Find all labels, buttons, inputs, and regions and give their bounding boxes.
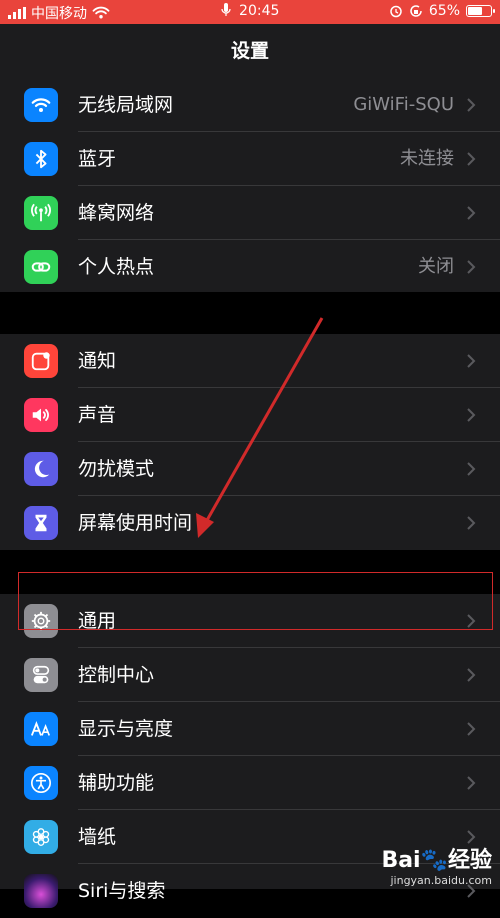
gear-icon <box>24 604 58 638</box>
watermark: Bai🐾经验 jingyan.baidu.com <box>381 842 492 887</box>
chevron-right-icon <box>467 668 476 682</box>
wallpaper-label: 墙纸 <box>78 826 117 848</box>
battery-percent: 65% <box>428 3 460 19</box>
settings-row-hotspot[interactable]: 个人热点 关闭 <box>0 240 500 294</box>
bluetooth-value: 未连接 <box>400 148 454 169</box>
settings-row-notifications[interactable]: 通知 <box>0 334 500 388</box>
microphone-icon <box>220 3 231 16</box>
rotation-lock-icon <box>410 5 422 17</box>
settings-row-wifi[interactable]: 无线局域网 GiWiFi-SQU <box>0 78 500 132</box>
chevron-right-icon <box>467 152 476 166</box>
moon-icon <box>24 452 58 486</box>
siri-search-label: Siri与搜索 <box>78 880 166 902</box>
hotspot-value: 关闭 <box>418 256 454 277</box>
cellular-antenna-icon <box>24 196 58 230</box>
screen-time-label: 屏幕使用时间 <box>78 512 193 534</box>
chevron-right-icon <box>467 408 476 422</box>
status-time: 20:45 <box>239 3 280 19</box>
status-bar-right: 65% <box>389 3 495 19</box>
text-size-icon <box>24 712 58 746</box>
settings-row-bluetooth[interactable]: 蓝牙 未连接 <box>0 132 500 186</box>
chevron-right-icon <box>467 206 476 220</box>
chevron-right-icon <box>467 516 476 530</box>
page-title: 设置 <box>230 40 269 62</box>
bluetooth-label: 蓝牙 <box>78 148 117 170</box>
chevron-right-icon <box>467 354 476 368</box>
chevron-right-icon <box>467 776 476 790</box>
bluetooth-icon <box>24 142 58 176</box>
settings-row-sounds[interactable]: 声音 <box>0 388 500 442</box>
hotspot-label: 个人热点 <box>78 256 155 278</box>
settings-row-accessibility[interactable]: 辅助功能 <box>0 756 500 810</box>
wifi-icon <box>24 88 58 122</box>
do-not-disturb-label: 勿扰模式 <box>78 458 155 480</box>
notification-icon <box>24 344 58 378</box>
settings-row-control-center[interactable]: 控制中心 <box>0 648 500 702</box>
alarm-icon <box>390 5 402 18</box>
cellular-label: 蜂窝网络 <box>78 202 155 224</box>
settings-group-notifications: 通知 声音 勿扰模式 屏幕使用时间 <box>0 334 500 550</box>
chevron-right-icon <box>467 614 476 628</box>
toggles-icon <box>24 658 58 692</box>
chevron-right-icon <box>467 260 476 274</box>
flower-icon <box>24 820 58 854</box>
control-center-label: 控制中心 <box>78 664 155 686</box>
settings-row-cellular[interactable]: 蜂窝网络 <box>0 186 500 240</box>
wifi-value: GiWiFi-SQU <box>353 94 454 115</box>
hourglass-icon <box>24 506 58 540</box>
hotspot-link-icon <box>24 250 58 284</box>
wifi-label: 无线局域网 <box>78 94 174 116</box>
settings-row-screen-time[interactable]: 屏幕使用时间 <box>0 496 500 550</box>
notifications-label: 通知 <box>78 350 117 372</box>
sounds-label: 声音 <box>78 404 117 426</box>
settings-row-do-not-disturb[interactable]: 勿扰模式 <box>0 442 500 496</box>
speaker-icon <box>24 398 58 432</box>
siri-icon <box>24 874 58 908</box>
general-label: 通用 <box>78 610 117 632</box>
settings-row-general[interactable]: 通用 <box>0 594 500 648</box>
accessibility-icon <box>24 766 58 800</box>
status-bar: 中国移动 20:45 65% <box>0 0 500 24</box>
battery-fill <box>468 7 482 15</box>
nav-bar: 设置 <box>0 24 500 78</box>
chevron-right-icon <box>467 462 476 476</box>
watermark-logo: Bai🐾经验 <box>381 848 492 873</box>
settings-row-display-brightness[interactable]: 显示与亮度 <box>0 702 500 756</box>
accessibility-label: 辅助功能 <box>78 772 155 794</box>
display-brightness-label: 显示与亮度 <box>78 718 174 740</box>
battery-icon <box>466 5 495 17</box>
chevron-right-icon <box>467 722 476 736</box>
chevron-right-icon <box>467 98 476 112</box>
settings-group-connectivity: 无线局域网 GiWiFi-SQU 蓝牙 未连接 蜂窝网络 个人热点 关闭 <box>0 78 500 292</box>
watermark-url: jingyan.baidu.com <box>390 874 492 887</box>
